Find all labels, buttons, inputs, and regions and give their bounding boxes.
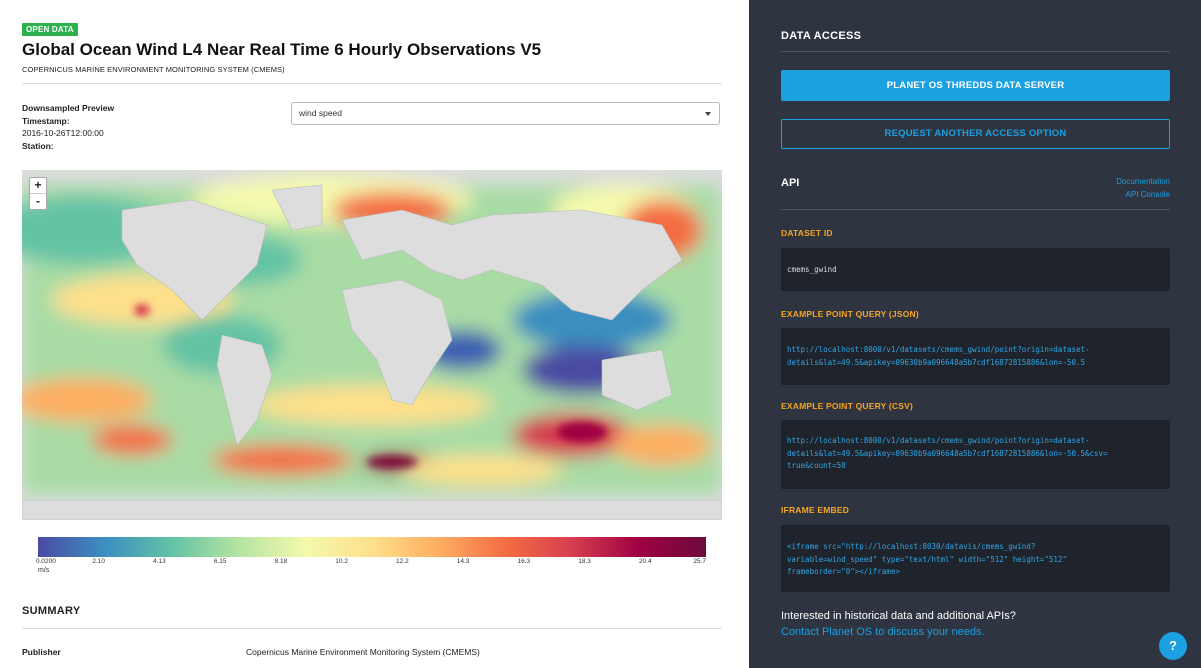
iframe-embed-box[interactable]: <iframe src="http://localhost:8030/datav… <box>781 525 1170 592</box>
timestamp-label: Timestamp: <box>22 115 70 126</box>
zoom-in-button[interactable]: + <box>30 178 46 193</box>
data-access-panel: DATA ACCESS PLANET OS THREDDS DATA SERVE… <box>749 0 1201 668</box>
dataset-id-value: cmems_gwind <box>787 265 837 274</box>
json-query-box[interactable]: http://localhost:8000/v1/datasets/cmems_… <box>781 328 1170 385</box>
iframe-embed-line: <iframe src="http://localhost:8030/datav… <box>787 542 1036 551</box>
colorbar <box>38 537 706 557</box>
station-label: Station: <box>22 140 54 151</box>
colorbar-tick: 16.3 <box>517 558 531 565</box>
data-access-heading: DATA ACCESS <box>781 30 862 42</box>
timestamp-value: 2016-10-26T12:00:00 <box>22 128 104 138</box>
question-icon: ? <box>1169 638 1177 653</box>
divider <box>781 209 1170 210</box>
dataset-id-label: DATASET ID <box>781 228 833 238</box>
colorbar-tick: 8.18 <box>274 558 288 565</box>
variable-select-value: wind speed <box>299 108 343 118</box>
map-zoom-control: + - <box>29 177 47 210</box>
iframe-embed-line: frameborder="0"></iframe> <box>787 567 900 576</box>
publisher-label: Publisher <box>22 647 61 657</box>
csv-query-line: true&count=50 <box>787 461 846 470</box>
map-canvas <box>22 170 722 520</box>
colorbar-tick: 6.15 <box>213 558 227 565</box>
iframe-embed-line: variable=wind_speed" type="text/html" wi… <box>787 554 1067 564</box>
open-data-badge: OPEN DATA <box>22 23 78 36</box>
iframe-embed-label: IFRAME EMBED <box>781 505 850 515</box>
publisher-subtitle: COPERNICUS MARINE ENVIRONMENT MONITORING… <box>22 65 285 74</box>
preview-meta: Downsampled Preview Timestamp: 2016-10-2… <box>22 102 114 152</box>
colorbar-unit: m/s <box>38 567 50 574</box>
csv-query-box[interactable]: http://localhost:8000/v1/datasets/cmems_… <box>781 420 1170 489</box>
dataset-id-box[interactable]: cmems_gwind <box>781 248 1170 291</box>
colorbar-tick: 20.4 <box>638 558 652 565</box>
summary-heading: SUMMARY <box>22 605 81 617</box>
publisher-value: Copernicus Marine Environment Monitoring… <box>246 647 480 657</box>
preview-heading: Downsampled Preview <box>22 103 115 113</box>
divider <box>781 51 1170 52</box>
chevron-down-icon <box>705 112 711 116</box>
variable-select[interactable]: wind speed <box>291 102 720 125</box>
contact-link[interactable]: Contact Planet OS to discuss your needs. <box>781 626 985 638</box>
json-query-label: EXAMPLE POINT QUERY (JSON) <box>781 309 919 319</box>
historical-data-text: Interested in historical data and additi… <box>781 610 1016 622</box>
request-access-button[interactable]: REQUEST ANOTHER ACCESS OPTION <box>781 119 1170 149</box>
zoom-out-button[interactable]: - <box>30 193 46 209</box>
colorbar-tick: 12.2 <box>396 558 409 565</box>
colorbar-tick: 25.7 <box>693 558 706 565</box>
divider <box>22 628 722 629</box>
api-heading: API <box>781 177 800 189</box>
wind-speed-map[interactable] <box>22 170 722 520</box>
colorbar-tick: 18.3 <box>578 558 591 565</box>
colorbar-ticks: 0.0200 2.10 4.13 6.15 8.18 10.2 12.2 14.3 16.3 18… <box>36 558 706 568</box>
documentation-link[interactable]: Documentation <box>1116 177 1170 186</box>
dataset-details-panel: OPEN DATA Global Ocean Wind L4 Near Real… <box>0 0 749 668</box>
colorbar-tick: 2.10 <box>92 558 106 565</box>
json-query-line: details&lat=49.5&apikey=09630b9a096648a5… <box>787 357 1086 367</box>
divider <box>22 83 722 84</box>
json-query-line: http://localhost:8000/v1/datasets/cmems_… <box>787 345 1090 354</box>
colorbar-tick: 0.0200 <box>36 558 56 565</box>
api-console-link[interactable]: API Console <box>1126 190 1170 199</box>
colorbar-tick: 4.13 <box>153 558 166 565</box>
csv-query-line: details&lat=49.5&apikey=09630b9a096648a5… <box>787 448 1108 458</box>
page-title: Global Ocean Wind L4 Near Real Time 6 Ho… <box>22 40 542 59</box>
thredds-server-button[interactable]: PLANET OS THREDDS DATA SERVER <box>781 70 1170 101</box>
colorbar-tick: 10.2 <box>335 558 348 565</box>
help-chat-button[interactable]: ? <box>1159 632 1187 660</box>
csv-query-label: EXAMPLE POINT QUERY (CSV) <box>781 401 914 411</box>
colorbar-tick: 14.3 <box>456 558 470 565</box>
csv-query-line: http://localhost:8000/v1/datasets/cmems_… <box>787 436 1090 445</box>
